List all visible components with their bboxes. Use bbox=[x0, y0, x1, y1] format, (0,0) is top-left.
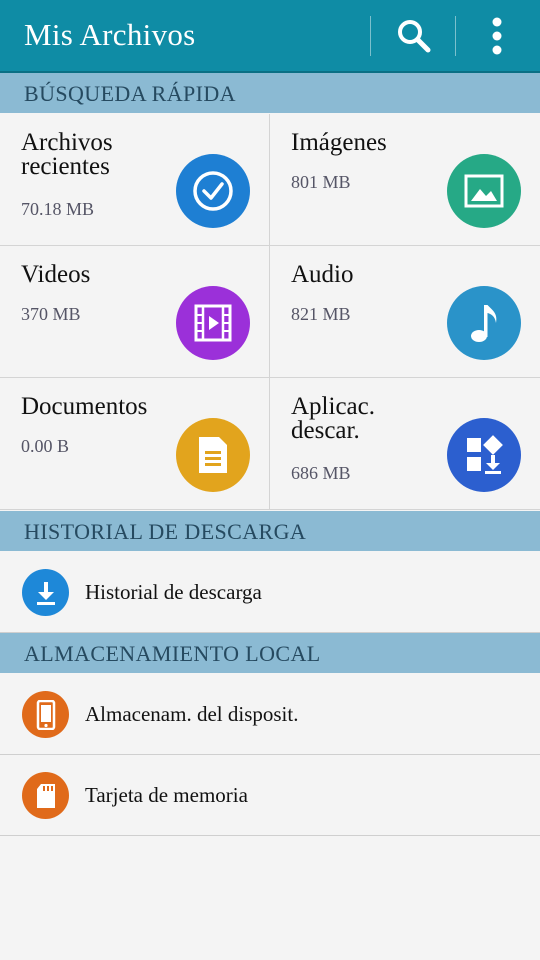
section-header-quick-search: BÚSQUEDA RÁPIDA bbox=[0, 73, 540, 113]
appbar-divider bbox=[455, 16, 456, 56]
quick-search-grid: Archivos recientes 70.18 MB Imágenes 801… bbox=[0, 114, 540, 510]
phone-icon bbox=[22, 691, 69, 738]
app-title: Mis Archivos bbox=[24, 17, 196, 52]
quick-item-name: Archivos recientes bbox=[21, 129, 113, 180]
apps-download-icon bbox=[447, 418, 521, 492]
search-icon bbox=[398, 20, 431, 53]
quick-item-videos[interactable]: Videos 370 MB bbox=[0, 246, 270, 378]
quick-item-size: 370 MB bbox=[21, 304, 81, 324]
more-options-button[interactable] bbox=[467, 12, 527, 60]
film-icon bbox=[176, 286, 250, 360]
more-vert-icon bbox=[492, 17, 502, 55]
search-button[interactable] bbox=[384, 12, 444, 60]
quick-item-name: Aplicac. descar. bbox=[291, 393, 375, 444]
document-icon bbox=[176, 418, 250, 492]
quick-item-size: 0.00 B bbox=[21, 436, 70, 456]
clock-check-icon bbox=[176, 154, 250, 228]
quick-item-size: 70.18 MB bbox=[21, 199, 95, 219]
section-header-local-storage: ALMACENAMIENTO LOCAL bbox=[0, 633, 540, 673]
quick-item-images[interactable]: Imágenes 801 MB bbox=[270, 114, 540, 246]
app-bar: Mis Archivos bbox=[0, 0, 540, 73]
section-header-download-history: HISTORIAL DE DESCARGA bbox=[0, 511, 540, 551]
quick-item-size: 686 MB bbox=[291, 463, 351, 483]
quick-item-name: Videos bbox=[21, 261, 91, 288]
sd-card-icon bbox=[22, 772, 69, 819]
quick-item-audio[interactable]: Audio 821 MB bbox=[270, 246, 540, 378]
appbar-divider bbox=[370, 16, 371, 56]
quick-item-name: Imágenes bbox=[291, 129, 387, 156]
quick-item-documents[interactable]: Documentos 0.00 B bbox=[0, 378, 270, 510]
list-item-label: Almacenam. del disposit. bbox=[85, 702, 299, 726]
music-note-icon bbox=[447, 286, 521, 360]
list-item-label: Tarjeta de memoria bbox=[85, 783, 248, 807]
quick-item-name: Documentos bbox=[21, 393, 148, 420]
quick-item-size: 821 MB bbox=[291, 304, 351, 324]
quick-item-recent[interactable]: Archivos recientes 70.18 MB bbox=[0, 114, 270, 246]
quick-item-name: Audio bbox=[291, 261, 354, 288]
list-item-device-storage[interactable]: Almacenam. del disposit. bbox=[0, 674, 540, 755]
quick-item-size: 801 MB bbox=[291, 172, 351, 192]
download-icon bbox=[22, 569, 69, 616]
list-item-memory-card[interactable]: Tarjeta de memoria bbox=[0, 755, 540, 836]
list-item-download-history[interactable]: Historial de descarga bbox=[0, 552, 540, 633]
list-item-label: Historial de descarga bbox=[85, 580, 262, 604]
image-icon bbox=[447, 154, 521, 228]
quick-item-apps[interactable]: Aplicac. descar. 686 MB bbox=[270, 378, 540, 510]
